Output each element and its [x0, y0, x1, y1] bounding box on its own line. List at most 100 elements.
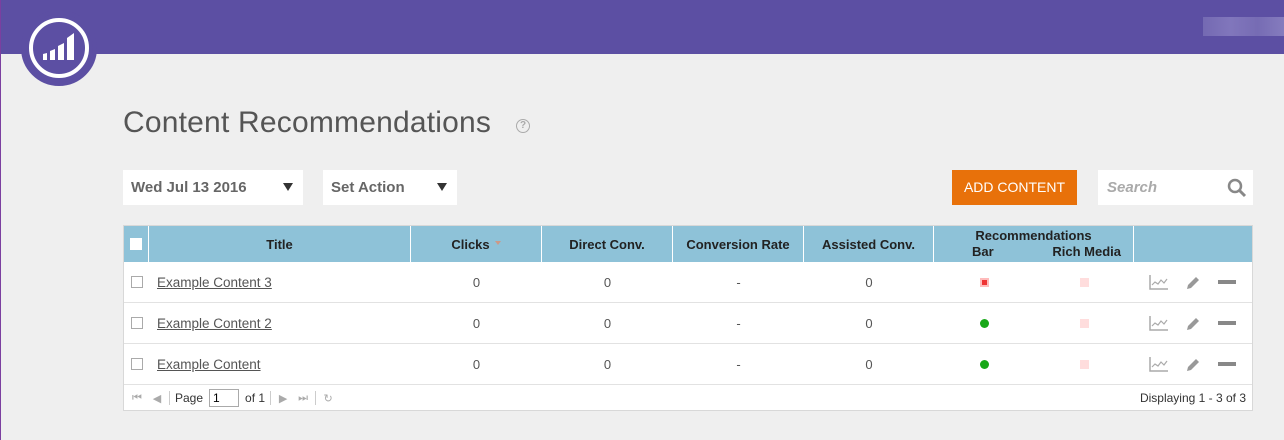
rich-media-status-cell[interactable]: [1034, 303, 1134, 344]
content-title-link[interactable]: Example Content: [157, 357, 261, 372]
pager: ⏮ ◀ Page of 1 ▶ ⏭ ↻ Displaying 1 - 3 of …: [124, 385, 1252, 411]
logo-bars-icon: [43, 33, 74, 60]
set-action-label: Set Action: [331, 179, 405, 196]
remove-icon[interactable]: [1217, 278, 1237, 286]
row-select[interactable]: [124, 303, 149, 344]
divider: [270, 391, 272, 405]
remove-icon[interactable]: [1217, 360, 1237, 368]
direct-conv-cell: 0: [603, 274, 612, 290]
direct-conv-cell: 0: [603, 315, 612, 331]
table-row[interactable]: Example Content 2 0 0 - 0: [124, 303, 1252, 344]
clicks-cell: 0: [472, 356, 481, 372]
sort-desc-icon: [494, 241, 501, 245]
row-title-cell: Example Content: [149, 344, 411, 385]
col-direct-conv[interactable]: Direct Conv.: [542, 226, 673, 262]
edit-icon[interactable]: [1185, 356, 1201, 372]
col-title-label: Title: [266, 236, 293, 252]
conversion-rate-cell: -: [736, 315, 741, 331]
divider: [315, 391, 317, 405]
header-select-all[interactable]: [124, 226, 149, 262]
row-title-cell: Example Content 3: [149, 262, 411, 303]
row-checkbox[interactable]: [130, 317, 143, 329]
row-select[interactable]: [124, 344, 149, 385]
table-row[interactable]: Example Content 0 0 - 0: [124, 344, 1252, 385]
page-input[interactable]: [209, 389, 240, 407]
assisted-conv-cell: 0: [865, 274, 873, 290]
col-actions: [1134, 226, 1252, 262]
col-conversion-rate-label: Conversion Rate: [686, 236, 790, 252]
marketo-logo[interactable]: [21, 10, 97, 86]
bar-status-cell[interactable]: [934, 344, 1034, 385]
bar-status-icon[interactable]: [979, 277, 989, 287]
bar-status-cell[interactable]: [934, 303, 1034, 344]
row-actions: [1134, 262, 1252, 303]
col-assisted-conv-label: Assisted Conv.: [822, 236, 915, 252]
first-page-icon[interactable]: ⏮: [130, 391, 144, 405]
next-page-icon[interactable]: ▶: [276, 391, 290, 405]
help-icon[interactable]: ?: [516, 119, 530, 133]
bar-status-cell[interactable]: [934, 262, 1034, 303]
search-input[interactable]: [1098, 170, 1218, 205]
row-actions: [1134, 344, 1252, 385]
date-value: Wed Jul 13 2016: [131, 179, 247, 196]
chart-icon[interactable]: [1149, 315, 1169, 331]
display-count: Displaying 1 - 3 of 3: [1139, 391, 1246, 405]
row-title-cell: Example Content 2: [149, 303, 411, 344]
conversion-rate-cell: -: [736, 356, 741, 372]
row-checkbox[interactable]: [130, 358, 143, 370]
set-action-dropdown[interactable]: Set Action: [323, 170, 457, 205]
content-title-link[interactable]: Example Content 2: [157, 316, 272, 331]
last-page-icon[interactable]: ⏭: [296, 391, 310, 405]
col-conversion-rate[interactable]: Conversion Rate: [673, 226, 804, 262]
table-row[interactable]: Example Content 3 0 0 - 0: [124, 262, 1252, 303]
content-title-link[interactable]: Example Content 3: [157, 275, 272, 290]
conversion-rate-cell: -: [736, 274, 741, 290]
col-bar-label: Bar: [972, 244, 994, 259]
remove-icon[interactable]: [1217, 319, 1237, 327]
user-menu-blurred[interactable]: [1203, 17, 1284, 36]
rich-media-status-cell[interactable]: [1034, 344, 1134, 385]
rich-media-status-cell[interactable]: [1034, 262, 1134, 303]
top-bar: [1, 0, 1284, 54]
edit-icon[interactable]: [1185, 274, 1201, 290]
row-actions: [1134, 303, 1252, 344]
rich-media-status-icon[interactable]: [1079, 277, 1089, 287]
search-box: [1098, 170, 1253, 205]
col-clicks-label: Clicks: [451, 236, 490, 252]
page-of-label: of 1: [245, 391, 266, 405]
rich-media-status-icon[interactable]: [1079, 318, 1089, 328]
assisted-conv-cell: 0: [865, 315, 873, 331]
row-select[interactable]: [124, 262, 149, 303]
col-recommendations: Recommendations Bar Rich Media: [934, 226, 1134, 262]
clicks-cell: 0: [472, 274, 481, 290]
select-all-checkbox[interactable]: [130, 238, 142, 250]
page-title: Content Recommendations: [123, 106, 492, 139]
refresh-icon[interactable]: ↻: [321, 391, 335, 405]
assisted-conv-cell: 0: [865, 356, 873, 372]
col-rich-media-label: Rich Media: [1052, 244, 1121, 259]
chart-icon[interactable]: [1149, 274, 1169, 290]
bar-status-icon[interactable]: [979, 359, 989, 369]
content-grid: Title Clicks Direct Conv. Conversion Rat…: [123, 225, 1253, 411]
col-assisted-conv[interactable]: Assisted Conv.: [804, 226, 934, 262]
row-checkbox[interactable]: [130, 276, 143, 288]
grid-header: Title Clicks Direct Conv. Conversion Rat…: [124, 226, 1252, 262]
search-icon[interactable]: [1227, 178, 1247, 198]
col-recommendations-label: Recommendations: [975, 228, 1092, 243]
col-clicks[interactable]: Clicks: [411, 226, 542, 262]
col-title[interactable]: Title: [149, 226, 411, 262]
prev-page-icon[interactable]: ◀: [150, 391, 164, 405]
date-dropdown[interactable]: Wed Jul 13 2016: [123, 170, 303, 205]
col-direct-conv-label: Direct Conv.: [569, 236, 645, 252]
rich-media-status-icon[interactable]: [1079, 359, 1089, 369]
add-content-button[interactable]: ADD CONTENT: [952, 170, 1077, 205]
chevron-down-icon: [437, 183, 447, 191]
clicks-cell: 0: [472, 315, 481, 331]
divider: [169, 391, 170, 405]
direct-conv-cell: 0: [603, 356, 612, 372]
chart-icon[interactable]: [1149, 356, 1169, 372]
chevron-down-icon: [283, 183, 293, 191]
edit-icon[interactable]: [1185, 315, 1201, 331]
bar-status-icon[interactable]: [979, 318, 989, 328]
page-label: Page: [175, 391, 204, 405]
